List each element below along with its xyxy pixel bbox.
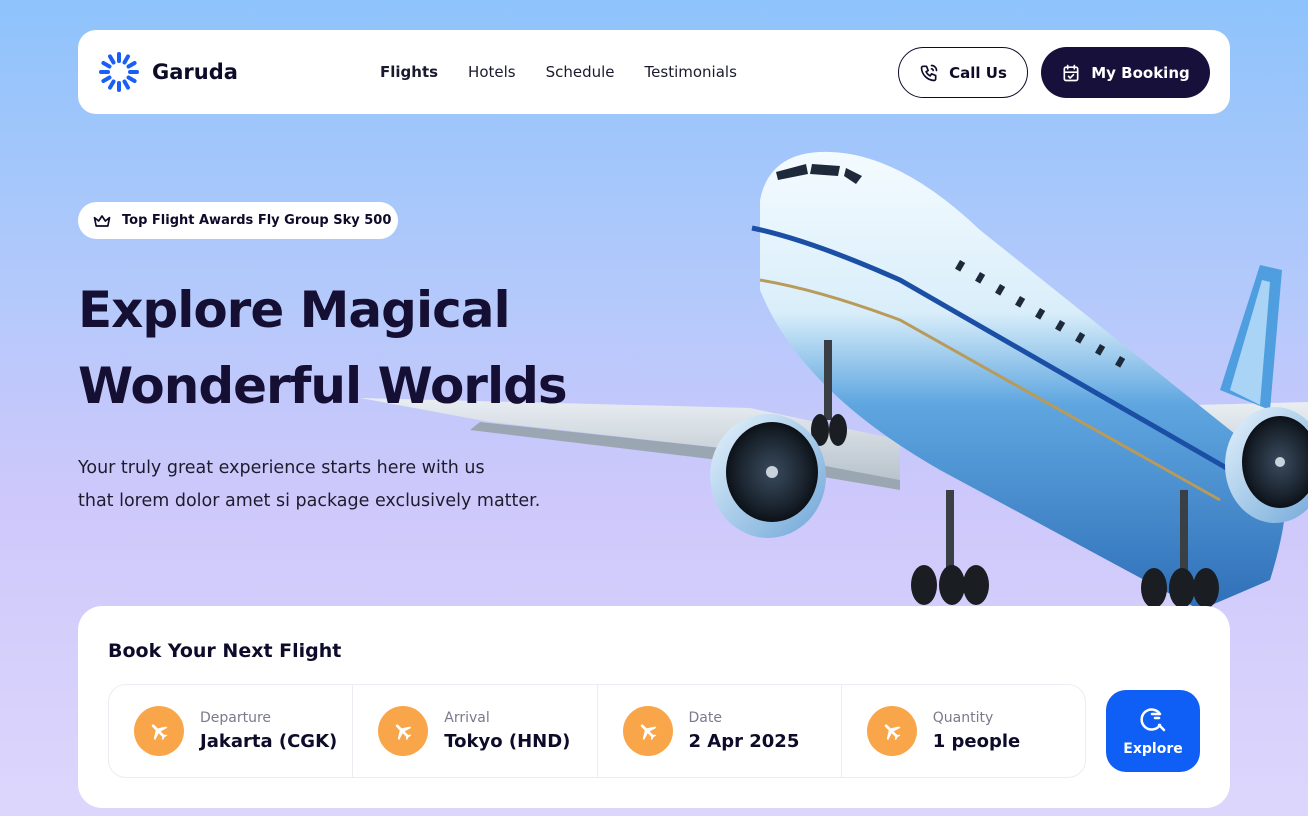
quantity-value: 1 people — [932, 731, 1021, 752]
airplane-icon — [866, 706, 917, 756]
date-value: 2 Apr 2025 — [688, 731, 800, 752]
date-label: Date — [688, 710, 722, 726]
hero-subtitle-line-2: that lorem dolor amet si package exclusi… — [78, 491, 541, 511]
departure-value: Jakarta (CGK) — [200, 731, 338, 752]
hero-title-line-2: Wonderful Worlds — [78, 357, 568, 415]
explore-button[interactable]: Explore — [1106, 690, 1200, 772]
nav-link-testimonials[interactable]: Testimonials — [645, 63, 737, 81]
my-booking-label: My Booking — [1091, 63, 1190, 82]
nav-actions: Call Us My Booking — [898, 47, 1210, 98]
hero-title-line-1: Explore Magical — [78, 281, 511, 339]
nav-link-flights[interactable]: Flights — [380, 63, 438, 81]
date-field[interactable]: Date 2 Apr 2025 — [598, 685, 842, 777]
navbar: Garuda Flights Hotels Schedule Testimoni… — [78, 30, 1230, 114]
sunburst-logo-icon — [99, 52, 139, 92]
search-icon — [1140, 708, 1166, 732]
nav-link-schedule[interactable]: Schedule — [546, 63, 615, 81]
departure-label: Departure — [200, 710, 272, 726]
my-booking-button[interactable]: My Booking — [1041, 47, 1210, 98]
quantity-label: Quantity — [932, 710, 994, 726]
main-nav: Flights Hotels Schedule Testimonials — [380, 30, 737, 114]
arrival-field[interactable]: Arrival Tokyo (HND) — [353, 685, 598, 777]
booking-title: Book Your Next Flight — [108, 640, 342, 662]
call-us-button[interactable]: Call Us — [898, 47, 1028, 98]
calendar-check-icon — [1063, 64, 1079, 81]
airplane-icon — [622, 706, 673, 756]
hero-subtitle: Your truly great experience starts here … — [78, 452, 598, 518]
airplane-icon — [134, 706, 184, 756]
airplane-icon — [378, 706, 429, 756]
explore-label: Explore — [1123, 741, 1183, 757]
hero-subtitle-line-1: Your truly great experience starts here … — [78, 458, 485, 478]
brand-name: Garuda — [152, 60, 238, 84]
nav-link-hotels[interactable]: Hotels — [468, 63, 516, 81]
booking-card: Book Your Next Flight Departure Jakarta … — [78, 606, 1230, 808]
hero-title: Explore Magical Wonderful Worlds — [78, 272, 638, 424]
booking-fields: Departure Jakarta (CGK) Arrival Tokyo (H… — [108, 684, 1086, 778]
quantity-field[interactable]: Quantity 1 people — [842, 685, 1085, 777]
call-us-label: Call Us — [949, 63, 1007, 82]
logo[interactable]: Garuda — [98, 51, 238, 93]
crown-icon — [93, 214, 111, 227]
arrival-label: Arrival — [444, 710, 490, 726]
phone-call-icon — [920, 64, 938, 81]
departure-field[interactable]: Departure Jakarta (CGK) — [109, 685, 354, 777]
arrival-value: Tokyo (HND) — [444, 731, 571, 752]
